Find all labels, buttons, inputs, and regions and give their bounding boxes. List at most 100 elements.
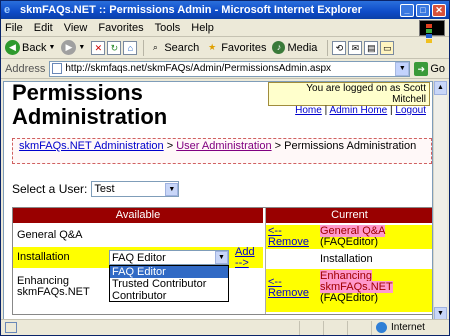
role-select-value: FAQ Editor — [112, 251, 166, 264]
address-label: Address — [5, 62, 46, 75]
role-dropdown-list: FAQ Editor Trusted Contributor Contribut… — [109, 265, 229, 302]
media-icon: ♪ — [272, 41, 286, 54]
remove-permission-link[interactable]: <-- Remove — [268, 226, 312, 248]
page-title-line2: Administration — [12, 104, 168, 129]
current-category: Installation — [320, 253, 373, 265]
refresh-icon[interactable]: ↻ — [107, 40, 122, 55]
current-permission: General Q&A (FAQEditor) — [320, 225, 386, 248]
chevron-down-icon: ▼ — [215, 251, 228, 264]
toolbar-separator — [143, 39, 145, 56]
select-user-label: Select a User: — [12, 182, 88, 196]
menu-help[interactable]: Help — [191, 22, 214, 34]
current-category: Enhancing skmFAQs.NET — [320, 270, 393, 293]
status-cell — [347, 320, 371, 335]
user-select-value: Test — [94, 183, 115, 195]
status-bar: Internet — [1, 319, 449, 335]
menu-favorites[interactable]: Favorites — [98, 22, 143, 34]
go-button[interactable]: ➜ Go — [414, 61, 445, 76]
window-title: skmFAQs.NET :: Permissions Admin - Micro… — [20, 4, 362, 16]
globe-icon — [376, 322, 387, 333]
back-arrow-icon: ◀ — [5, 40, 20, 55]
login-status-text: You are logged on as Scott Mitchell — [306, 83, 426, 105]
forward-dropdown-icon: ▼ — [78, 44, 86, 51]
page-icon — [52, 63, 63, 74]
breadcrumb: skmFAQs.NET Administration > User Admini… — [12, 138, 432, 164]
ie-logo-icon: e — [4, 4, 11, 16]
current-column: Current <-- Remove General Q&A (FAQEdito… — [265, 208, 432, 314]
menu-file[interactable]: File — [5, 22, 23, 34]
current-row: <-- Remove General Q&A (FAQEditor) — [266, 225, 432, 249]
history-icon[interactable]: ⟲ — [332, 40, 347, 55]
role-select[interactable]: FAQ Editor ▼ — [109, 250, 229, 265]
toolbar-separator — [327, 39, 329, 56]
current-header: Current — [266, 208, 432, 223]
address-dropdown-icon[interactable]: ▼ — [395, 61, 410, 76]
breadcrumb-user-admin-link[interactable]: User Administration — [176, 140, 271, 152]
add-permission-link[interactable]: Add --> — [235, 247, 259, 269]
back-dropdown-icon: ▼ — [48, 44, 56, 51]
page-content: Permissions Administration You are logge… — [3, 81, 433, 321]
logout-link[interactable]: Logout — [395, 105, 426, 116]
forward-arrow-icon: ▶ — [61, 40, 77, 55]
available-row: General Q&A — [13, 225, 263, 246]
address-bar: Address http://skmfaqs.net/skmFAQs/Admin… — [1, 59, 449, 79]
permissions-table: Available General Q&A Installation FAQ E… — [12, 207, 432, 315]
search-icon: ⌕ — [152, 41, 158, 52]
back-button[interactable]: ◀ Back ▼ — [5, 40, 55, 55]
category-name: Installation — [17, 251, 70, 263]
print-icon[interactable]: ▤ — [364, 40, 379, 55]
media-button[interactable]: ♪ Media — [272, 41, 317, 54]
login-status-box: You are logged on as Scott Mitchell Home… — [268, 82, 430, 116]
minimize-button[interactable]: _ — [400, 3, 414, 17]
admin-home-link[interactable]: Admin Home — [329, 105, 387, 116]
address-input[interactable]: http://skmfaqs.net/skmFAQs/Admin/Permiss… — [49, 60, 411, 77]
menu-view[interactable]: View — [64, 22, 88, 34]
breadcrumb-admin-link[interactable]: skmFAQs.NET Administration — [19, 140, 164, 152]
available-column: Available General Q&A Installation FAQ E… — [13, 208, 263, 314]
search-button[interactable]: ⌕ Search — [148, 41, 199, 55]
user-select[interactable]: Test ▼ — [91, 181, 180, 197]
current-role: (FAQEditor) — [320, 236, 379, 248]
menu-tools[interactable]: Tools — [155, 22, 181, 34]
go-label: Go — [430, 62, 445, 75]
current-row: Installation — [266, 249, 432, 269]
mail-icon[interactable]: ✉ — [348, 40, 363, 55]
security-zone: Internet — [371, 320, 449, 335]
browser-window: e skmFAQs.NET :: Permissions Admin - Mic… — [0, 0, 450, 336]
role-option[interactable]: FAQ Editor — [110, 266, 228, 278]
role-option[interactable]: Trusted Contributor — [110, 278, 228, 290]
close-button[interactable]: ✕ — [432, 3, 446, 17]
page-status-icon — [5, 322, 17, 333]
toolbar: ◀ Back ▼ ▶ ▼ ✕ ↻ ⌂ ⌕ Search ★ Favorites … — [1, 37, 449, 59]
available-header: Available — [13, 208, 263, 223]
media-label: Media — [287, 41, 318, 54]
page-title: Permissions Administration — [12, 81, 168, 129]
maximize-button[interactable]: □ — [416, 3, 430, 17]
category-name: General Q&A — [17, 229, 83, 241]
status-cell — [299, 320, 323, 335]
zone-label: Internet — [391, 322, 425, 333]
vertical-scrollbar[interactable]: ▲ ▼ — [433, 81, 447, 321]
current-role: (FAQEditor) — [320, 292, 379, 304]
role-option[interactable]: Contributor — [110, 290, 228, 302]
go-arrow-icon: ➜ — [414, 61, 429, 76]
scroll-up-icon[interactable]: ▲ — [434, 81, 447, 95]
remove-permission-link[interactable]: <-- Remove — [268, 277, 312, 299]
menu-edit[interactable]: Edit — [34, 22, 53, 34]
folder-icon[interactable]: ▭ — [380, 40, 395, 55]
back-label: Back — [22, 41, 47, 54]
breadcrumb-current: Permissions Administration — [284, 140, 417, 152]
stop-icon[interactable]: ✕ — [91, 40, 106, 55]
status-cell — [323, 320, 347, 335]
forward-button[interactable]: ▶ ▼ — [61, 40, 85, 55]
category-name: Enhancing skmFAQs.NET — [17, 275, 90, 298]
breadcrumb-separator: > — [271, 140, 285, 152]
favorites-button[interactable]: ★ Favorites — [205, 41, 266, 55]
menu-bar: File Edit View Favorites Tools Help — [1, 19, 449, 43]
page-title-line1: Permissions — [12, 81, 143, 105]
available-row: Installation FAQ Editor ▼ FAQ Editor Tru… — [13, 247, 263, 302]
breadcrumb-separator: > — [163, 140, 177, 152]
favorites-star-icon: ★ — [208, 41, 217, 52]
home-icon[interactable]: ⌂ — [123, 40, 138, 55]
home-link[interactable]: Home — [295, 105, 322, 116]
